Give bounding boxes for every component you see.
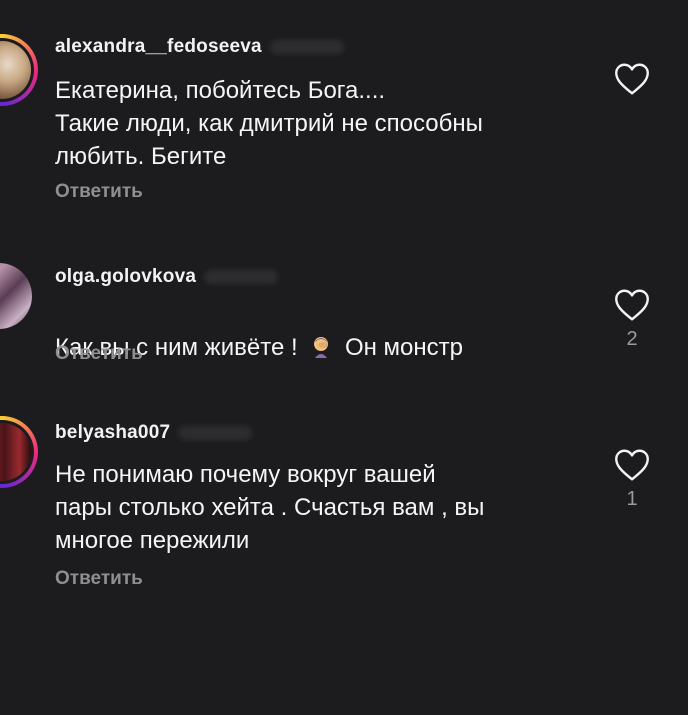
like-count: 1 (626, 488, 638, 510)
reply-button[interactable]: Ответить (55, 568, 143, 590)
like-count: 2 (626, 328, 638, 350)
timestamp-blurred (269, 40, 344, 54)
username[interactable]: belyasha007 (55, 422, 170, 444)
face-palm-emoji (314, 337, 329, 358)
reply-button[interactable]: Ответить (55, 181, 143, 203)
comment-item: alexandra__fedoseeva Екатерина, побойтес… (0, 0, 688, 230)
avatar[interactable] (0, 263, 32, 329)
heart-outline-icon[interactable] (614, 448, 650, 482)
avatar[interactable] (0, 416, 38, 488)
comment-text: Не понимаю почему вокруг вашей пары стол… (55, 461, 485, 554)
timestamp-blurred (204, 270, 279, 284)
timestamp-blurred (178, 426, 253, 440)
comment-item: belyasha007 Не понимаю почему вокруг ваш… (0, 400, 688, 620)
comment-text: Екатерина, побойтесь Бога.... Такие люди… (55, 77, 483, 170)
username[interactable]: alexandra__fedoseeva (55, 36, 262, 58)
reply-button[interactable]: Ответить (55, 343, 143, 365)
comment-item: olga.golovkova Как вы с ним живёте ! Он … (0, 230, 688, 400)
heart-outline-icon[interactable] (614, 62, 650, 96)
avatar[interactable] (0, 34, 38, 106)
heart-outline-icon[interactable] (614, 288, 650, 322)
username[interactable]: olga.golovkova (55, 266, 196, 288)
